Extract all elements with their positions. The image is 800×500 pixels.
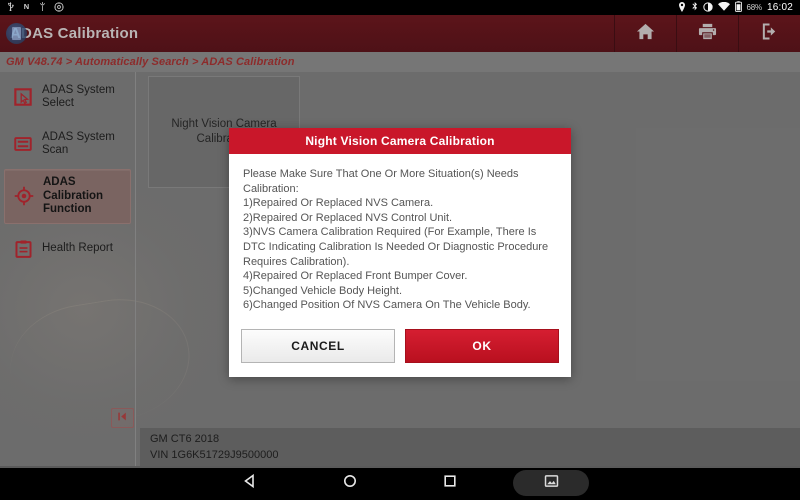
dialog-header: Night Vision Camera Calibration xyxy=(229,128,571,154)
location-pin-icon xyxy=(678,1,686,14)
nav-home-button[interactable] xyxy=(330,466,370,500)
print-button[interactable] xyxy=(676,15,738,52)
home-icon xyxy=(636,22,655,46)
nav-screenshot-button[interactable] xyxy=(513,470,589,496)
android-status-bar: N 68% 16:02 xyxy=(0,0,800,15)
app-title-bar: ADAS Calibration xyxy=(0,15,800,52)
network-n-icon: N xyxy=(22,2,31,13)
status-bar-left-icons: N xyxy=(0,1,64,14)
exit-button[interactable] xyxy=(738,15,800,52)
usb-debug-icon xyxy=(38,2,47,13)
recents-square-icon xyxy=(442,473,458,494)
nav-recents-button[interactable] xyxy=(430,466,470,500)
dialog-message: Please Make Sure That One Or More Situat… xyxy=(243,168,549,312)
content-area: ADAS System Select ADAS System Scan ADAS… xyxy=(0,72,800,466)
home-button[interactable] xyxy=(614,15,676,52)
clock-label: 16:02 xyxy=(766,2,793,13)
wifi-icon xyxy=(717,1,730,13)
cancel-button[interactable]: CANCEL xyxy=(241,328,395,363)
tablet-screen: N 68% 16:02 ADAS Calibration GM V48.74 >… xyxy=(0,0,800,500)
nav-back-button[interactable] xyxy=(230,466,270,500)
breadcrumb-label: GM V48.74 > Automatically Search > ADAS … xyxy=(6,56,295,68)
svg-text:N: N xyxy=(24,2,29,11)
settings-gear-icon xyxy=(54,1,64,14)
battery-icon xyxy=(734,1,742,14)
night-vision-calibration-dialog: Night Vision Camera Calibration Please M… xyxy=(229,128,571,377)
app-bar-actions xyxy=(614,15,800,52)
screenshot-image-icon xyxy=(544,474,559,493)
nav-bar-divider xyxy=(0,466,800,468)
back-triangle-icon xyxy=(242,473,258,494)
status-bar-right-icons: 68% 16:02 xyxy=(678,1,800,14)
bluetooth-icon xyxy=(691,1,698,14)
ok-button[interactable]: OK xyxy=(405,328,559,363)
dialog-title: Night Vision Camera Calibration xyxy=(305,134,495,148)
home-circle-icon xyxy=(342,473,358,494)
battery-percent-label: 68% xyxy=(746,3,763,12)
usb-icon xyxy=(6,2,15,13)
android-navigation-bar xyxy=(0,466,800,500)
dialog-body: Please Make Sure That One Or More Situat… xyxy=(229,154,571,319)
printer-icon xyxy=(698,22,717,46)
adas-app-logo-icon xyxy=(6,23,27,44)
dialog-actions: CANCEL OK xyxy=(229,319,571,377)
breadcrumb: GM V48.74 > Automatically Search > ADAS … xyxy=(0,52,800,72)
brightness-icon xyxy=(702,1,713,14)
exit-door-icon xyxy=(760,22,779,46)
